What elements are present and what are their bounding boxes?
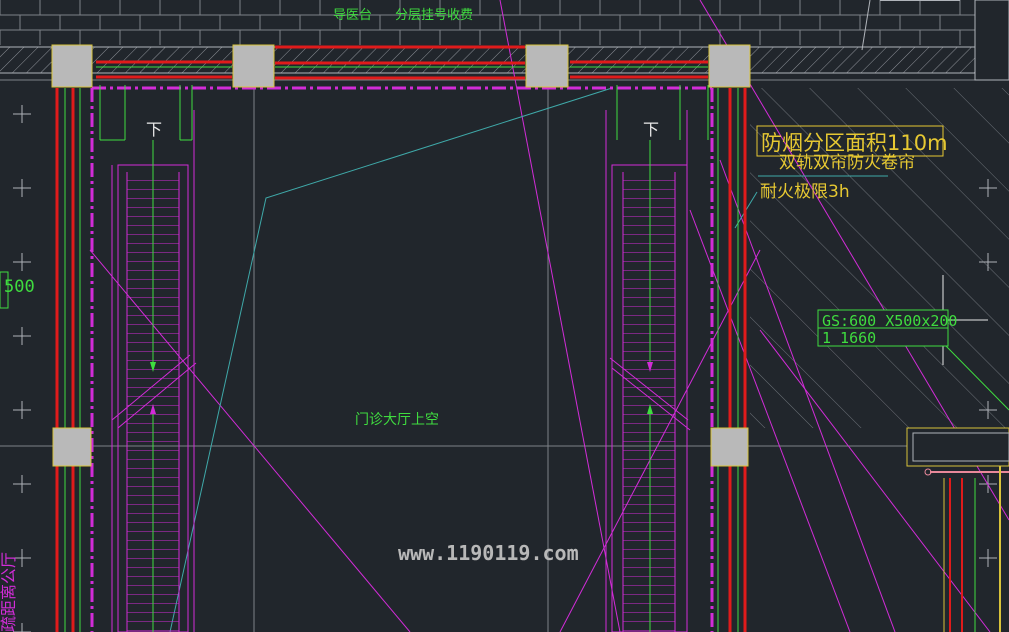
brick-band: [0, 14, 975, 31]
watermark: www.1190119.com: [398, 541, 579, 565]
smoke-zone-label: 防烟分区面积110m: [761, 131, 948, 155]
equipment-tag-line1: GS:600 X500x200: [822, 312, 957, 330]
cad-drawing: 导医台 分层挂号收费 下 下 防烟分区面积110m 双轨双帘防火卷帘 耐火极限3…: [0, 0, 1009, 632]
left-vertical-label: 疏距离公厅: [0, 552, 18, 632]
stair-right: [605, 85, 709, 632]
hall-void-label: 门诊大厅上空: [355, 412, 439, 428]
top-label-left: 导医台: [333, 8, 372, 23]
stair-left: [99, 85, 197, 632]
stair-down-mark-right: 下: [643, 120, 659, 139]
stair-down-mark-left: 下: [146, 120, 162, 139]
wall-hatch: [0, 47, 975, 73]
brick-joints: [0, 0, 961, 45]
equipment-tag-line2: 1 1660: [822, 329, 876, 347]
top-label-right: 分层挂号收费: [395, 8, 473, 23]
fire-shutter-label: 双轨双帘防火卷帘: [779, 153, 915, 173]
left-dimension: 500: [4, 277, 35, 297]
fire-rating-label: 耐火极限3h: [760, 182, 850, 202]
floor-plan: 导医台 分层挂号收费 下 下 防烟分区面积110m 双轨双帘防火卷帘 耐火极限3…: [0, 0, 1009, 632]
